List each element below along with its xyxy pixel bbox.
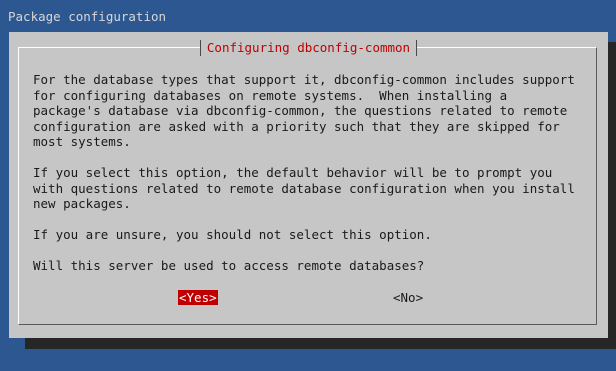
question-text: Will this server be used to access remot… (33, 258, 425, 273)
backtitle: Package configuration (8, 9, 167, 24)
dialog-title-bar: Configuring dbconfig-common (9, 39, 608, 56)
dialog-title: Configuring dbconfig-common (199, 40, 418, 56)
dialog-body: For the database types that support it, … (33, 72, 603, 289)
no-button[interactable]: <No> (393, 290, 423, 305)
paragraph-intro: For the database types that support it, … (33, 72, 575, 149)
config-dialog: Configuring dbconfig-common For the data… (9, 32, 608, 338)
yes-button[interactable]: <Yes> (178, 290, 218, 305)
paragraph-behavior: If you select this option, the default b… (33, 165, 575, 211)
paragraph-advice: If you are unsure, you should not select… (33, 227, 432, 242)
